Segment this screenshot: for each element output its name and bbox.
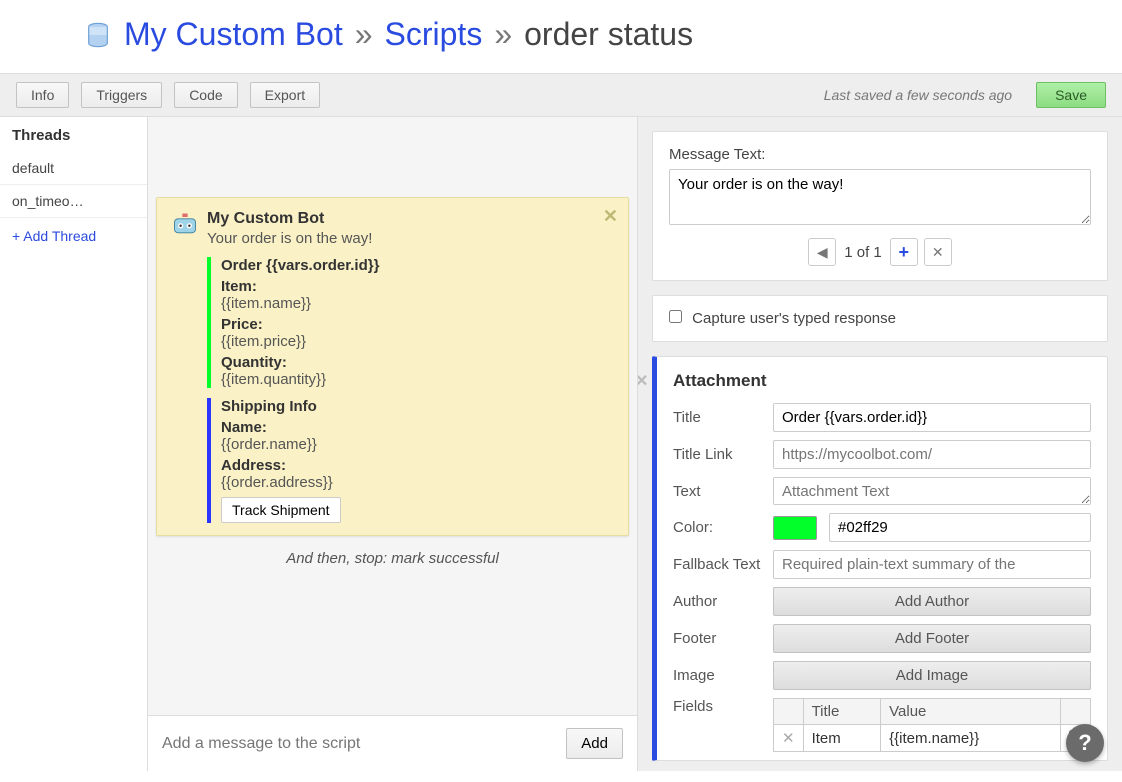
capture-response-checkbox[interactable]	[669, 310, 682, 323]
script-preview: ✕ My Custom Bot Your order is on the way…	[148, 117, 638, 771]
breadcrumb: My Custom Bot » Scripts » order status	[0, 0, 1122, 73]
attachment-action-button[interactable]: Track Shipment	[221, 497, 341, 523]
text-label: Text	[673, 483, 773, 500]
pager-text: 1 of 1	[842, 244, 884, 261]
attachment-remove-icon[interactable]: ✕	[638, 371, 648, 391]
then-stop-text: And then, stop: mark successful	[148, 536, 637, 577]
capture-response-label[interactable]: Capture user's typed response	[669, 310, 896, 327]
attachment-preview: Shipping Info Name:{{order.name}} Address:…	[207, 398, 614, 523]
pager-add-button[interactable]: +	[890, 238, 918, 266]
attachment-heading: Attachment	[673, 371, 1091, 391]
attachment-preview: Order {{vars.order.id}} Item:{{item.name}…	[207, 257, 614, 388]
attachment-panel: ✕ Attachment Title Title Link Text Color…	[652, 356, 1108, 761]
color-input[interactable]	[829, 513, 1091, 542]
breadcrumb-section[interactable]: Scripts	[385, 16, 483, 53]
pager-prev-button[interactable]: ◀	[808, 238, 836, 266]
add-message-row: Add	[148, 715, 637, 771]
attachment-field-value: {{item.price}}	[221, 333, 614, 350]
attachment-preview-title: Order {{vars.order.id}}	[221, 257, 614, 274]
threads-sidebar: Threads default on_timeo… + Add Thread	[0, 117, 148, 771]
add-image-button[interactable]: Add Image	[773, 661, 1091, 690]
editor-panel: Message Text: Your order is on the way! …	[638, 117, 1122, 771]
message-card[interactable]: ✕ My Custom Bot Your order is on the way…	[156, 197, 629, 536]
color-swatch[interactable]	[773, 516, 817, 540]
fields-label: Fields	[673, 698, 773, 715]
fields-row-value[interactable]: {{item.name}}	[881, 725, 1061, 752]
thread-item[interactable]: default	[0, 152, 147, 185]
attachment-field-value: {{order.address}}	[221, 474, 614, 491]
bot-message: Your order is on the way!	[207, 230, 614, 247]
title-input[interactable]	[773, 403, 1091, 432]
breadcrumb-current: order status	[524, 16, 693, 53]
color-label: Color:	[673, 519, 773, 536]
thread-item[interactable]: on_timeo…	[0, 185, 147, 218]
fields-row[interactable]: ✕ Item {{item.name}}	[774, 725, 1091, 752]
attachment-field-value: {{item.name}}	[221, 295, 614, 312]
breadcrumb-root[interactable]: My Custom Bot	[124, 16, 343, 53]
drag-handle-icon[interactable]: ✕	[774, 725, 804, 752]
add-author-button[interactable]: Add Author	[773, 587, 1091, 616]
triggers-button[interactable]: Triggers	[81, 82, 162, 108]
help-button[interactable]: ?	[1066, 724, 1104, 762]
author-label: Author	[673, 593, 773, 610]
footer-label: Footer	[673, 630, 773, 647]
breadcrumb-sep: »	[355, 16, 373, 53]
save-button[interactable]: Save	[1036, 82, 1106, 108]
text-input[interactable]	[773, 477, 1091, 505]
threads-title: Threads	[0, 117, 147, 152]
image-label: Image	[673, 667, 773, 684]
database-icon	[84, 21, 112, 49]
add-message-button[interactable]: Add	[566, 728, 623, 759]
bot-avatar-icon	[171, 210, 199, 238]
title-link-input[interactable]	[773, 440, 1091, 469]
close-icon[interactable]: ✕	[603, 206, 618, 227]
title-label: Title	[673, 409, 773, 426]
capture-response-text: Capture user's typed response	[692, 310, 896, 327]
breadcrumb-sep: »	[494, 16, 512, 53]
fields-th-value: Value	[881, 699, 1061, 725]
toolbar: Info Triggers Code Export Last saved a f…	[0, 73, 1122, 117]
fields-th-title: Title	[803, 699, 881, 725]
export-button[interactable]: Export	[250, 82, 320, 108]
message-text-panel: Message Text: Your order is on the way! …	[652, 131, 1108, 281]
code-button[interactable]: Code	[174, 82, 237, 108]
add-footer-button[interactable]: Add Footer	[773, 624, 1091, 653]
fields-table: Title Value ✕ Item {{item.name}}	[773, 698, 1091, 752]
attachment-field-value: {{order.name}}	[221, 436, 614, 453]
attachment-field-label: Name:	[221, 419, 614, 436]
message-text-input[interactable]: Your order is on the way!	[669, 169, 1091, 225]
add-message-input[interactable]	[162, 735, 566, 753]
info-button[interactable]: Info	[16, 82, 69, 108]
last-saved-text: Last saved a few seconds ago	[824, 87, 1012, 103]
fallback-label: Fallback Text	[673, 556, 773, 573]
pager-delete-button[interactable]: ✕	[924, 238, 952, 266]
add-thread-button[interactable]: + Add Thread	[0, 218, 147, 254]
attachment-field-label: Price:	[221, 316, 614, 333]
fields-row-title[interactable]: Item	[803, 725, 881, 752]
attachment-field-label: Item:	[221, 278, 614, 295]
fallback-input[interactable]	[773, 550, 1091, 579]
attachment-preview-title: Shipping Info	[221, 398, 614, 415]
attachment-field-value: {{item.quantity}}	[221, 371, 614, 388]
message-text-label: Message Text:	[669, 146, 1091, 163]
bot-name: My Custom Bot	[207, 210, 614, 228]
title-link-label: Title Link	[673, 446, 773, 463]
attachment-field-label: Quantity:	[221, 354, 614, 371]
capture-response-panel: Capture user's typed response	[652, 295, 1108, 342]
attachment-field-label: Address:	[221, 457, 614, 474]
